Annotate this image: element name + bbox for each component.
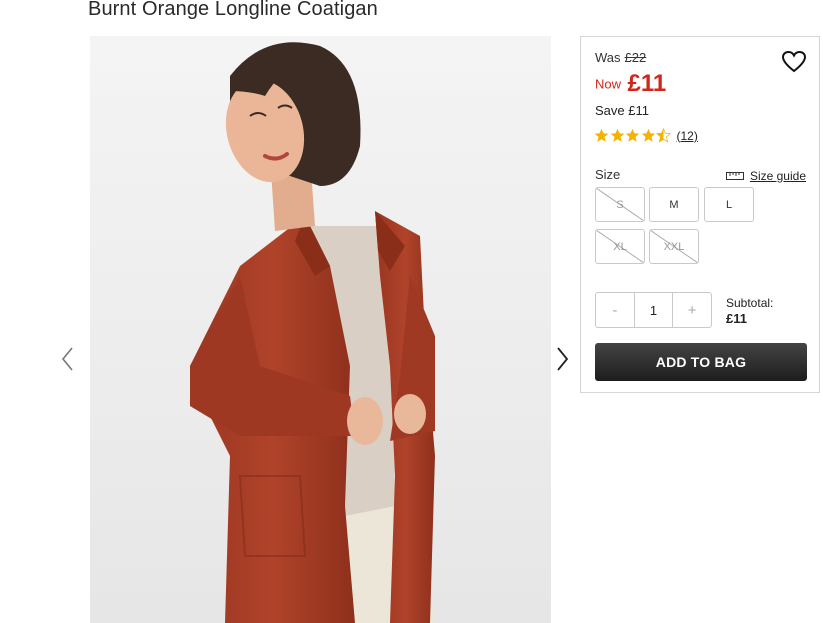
now-price: Now £11: [595, 70, 666, 98]
star-icon: [610, 128, 624, 142]
rating: (12): [594, 128, 698, 143]
subtotal-label: Subtotal:: [726, 296, 774, 310]
ruler-icon: [725, 172, 744, 180]
size-option-label: XL: [613, 240, 627, 253]
next-image-arrow-icon[interactable]: [552, 344, 572, 374]
size-option-label: S: [616, 198, 624, 211]
save-amount: Save £11: [595, 103, 649, 118]
size-option-xl[interactable]: XL: [595, 229, 645, 264]
size-option-m[interactable]: M: [649, 187, 699, 222]
size-guide-label: Size guide: [749, 169, 806, 183]
quantity-stepper: - 1 +: [595, 292, 712, 328]
star-icon: [594, 128, 609, 142]
was-price: Was £22: [595, 50, 646, 65]
now-price-value: £11: [627, 70, 667, 97]
add-to-bag-button[interactable]: ADD TO BAG: [595, 343, 807, 381]
reviews-count-link[interactable]: (12): [677, 129, 698, 143]
star-rating: [594, 128, 672, 143]
size-option-label: L: [725, 198, 733, 211]
star-icon: [625, 128, 640, 142]
size-option-l[interactable]: L: [704, 187, 754, 222]
product-image: [90, 36, 551, 623]
now-label: Now: [595, 76, 622, 92]
size-option-s[interactable]: S: [595, 187, 645, 222]
was-label: Was: [595, 50, 621, 65]
size-option-label: M: [669, 198, 679, 211]
previous-image-arrow-icon[interactable]: [58, 344, 78, 374]
purchase-panel: Was £22 Now £11 Save £11 (12) Size Size g…: [580, 36, 820, 393]
save-value: £11: [628, 103, 649, 118]
quantity-decrease-button[interactable]: -: [596, 293, 634, 327]
star-icon: [641, 128, 655, 142]
half-star-icon: [656, 128, 671, 143]
save-label: Save: [595, 103, 625, 118]
size-option-xxl[interactable]: XXL: [649, 229, 699, 264]
quantity-increase-button[interactable]: +: [673, 293, 711, 327]
wishlist-heart-icon[interactable]: [781, 50, 807, 74]
product-title: Burnt Orange Longline Coatigan: [88, 0, 378, 20]
was-price-value: £22: [624, 50, 647, 65]
size-label: Size: [595, 167, 621, 182]
subtotal-amount: £11: [726, 311, 747, 326]
quantity-input[interactable]: 1: [633, 293, 674, 327]
subtotal: Subtotal: £11: [726, 295, 773, 327]
size-option-label: XXL: [663, 240, 685, 253]
size-guide-link[interactable]: Size guide: [725, 169, 806, 183]
